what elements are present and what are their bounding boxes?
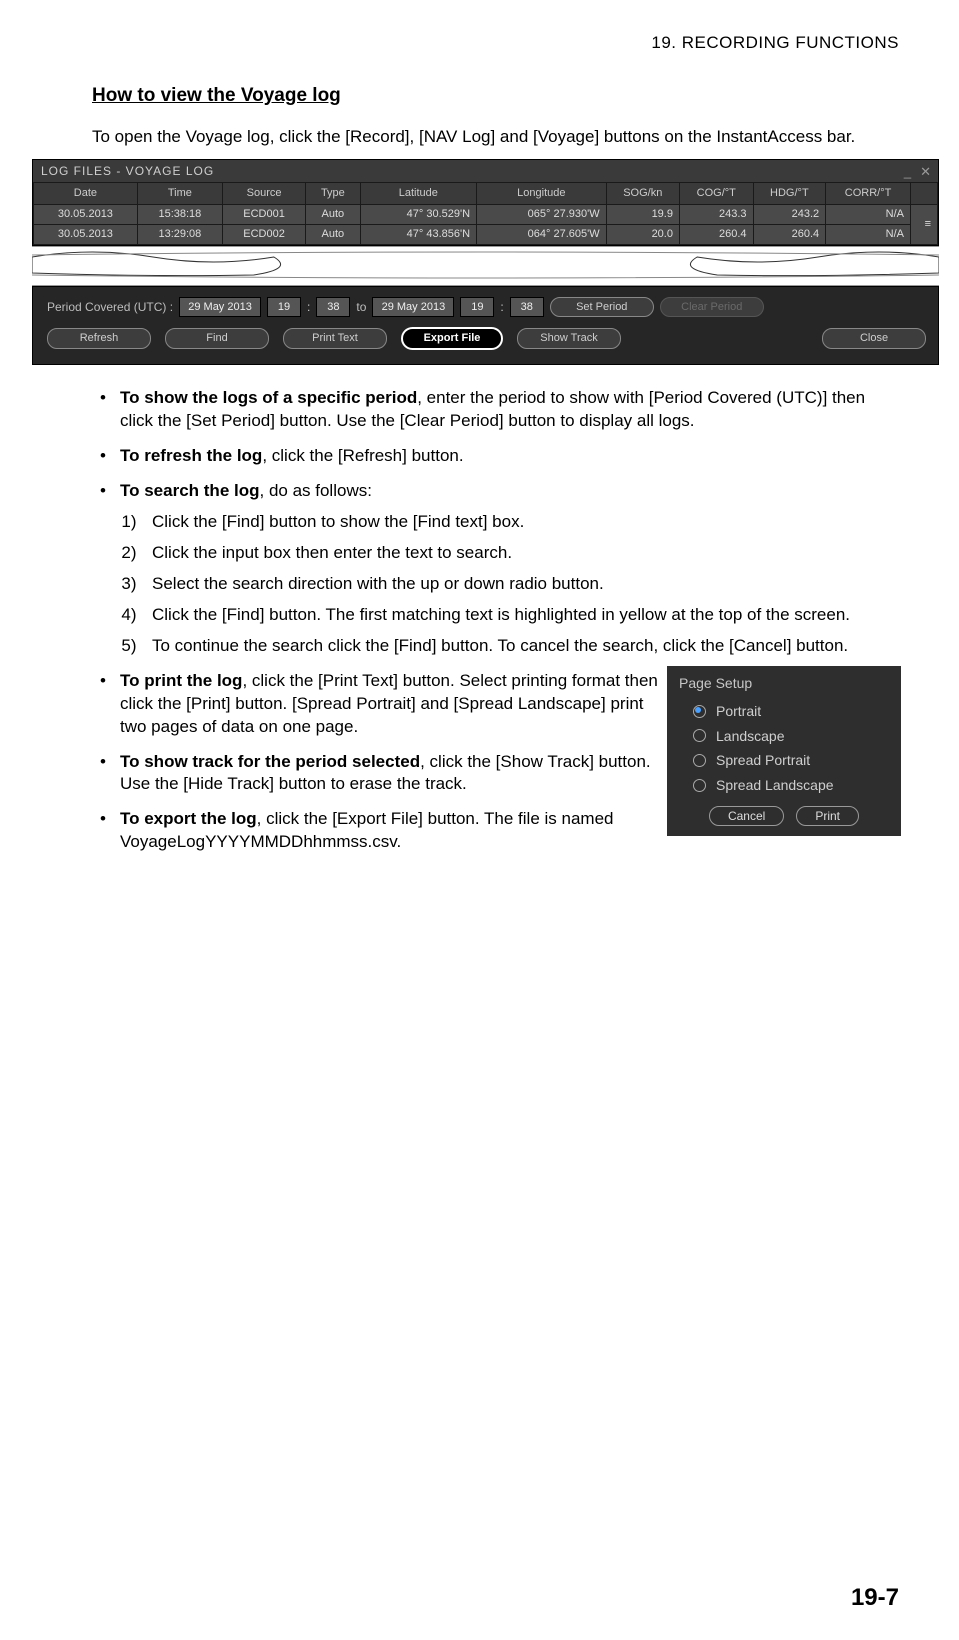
col-source[interactable]: Source	[222, 183, 305, 205]
voyage-titlebar: LOG FILES - VOYAGE LOG _ ✕	[33, 160, 938, 183]
cell-date: 30.05.2013	[34, 204, 138, 224]
col-cog[interactable]: COG/°T	[679, 183, 753, 205]
cell-cog: 243.3	[679, 204, 753, 224]
step-item: Click the [Find] button to show the [Fin…	[146, 511, 899, 534]
radio-option-portrait[interactable]: Portrait	[679, 699, 889, 724]
to-label: to	[356, 299, 366, 315]
list-item: To refresh the log, click the [Refresh] …	[120, 445, 899, 468]
scrollbar-track[interactable]: ≡	[911, 204, 938, 244]
period-covered-label: Period Covered (UTC) :	[47, 299, 173, 315]
col-hdg[interactable]: HDG/°T	[753, 183, 826, 205]
item-text: , do as follows:	[260, 481, 372, 500]
radio-label: Landscape	[716, 727, 785, 746]
bold-lead: To export the log	[120, 809, 257, 828]
section-title: How to view the Voyage log	[92, 83, 899, 109]
radio-label: Portrait	[716, 702, 761, 721]
list-item-with-inset: To print the log, click the [Print Text]…	[120, 670, 899, 739]
bold-lead: To search the log	[120, 481, 260, 500]
list-item: To export the log, click the [Export Fil…	[120, 808, 899, 854]
colon: :	[307, 299, 310, 315]
list-item: To show track for the period selected, c…	[120, 751, 899, 797]
cell-hdg: 243.2	[753, 204, 826, 224]
item-text: , click the [Refresh] button.	[262, 446, 463, 465]
bold-lead: To refresh the log	[120, 446, 262, 465]
cell-date: 30.05.2013	[34, 224, 138, 244]
cell-sog: 19.9	[606, 204, 679, 224]
voyage-log-window: LOG FILES - VOYAGE LOG _ ✕ Date Time Sou…	[32, 159, 939, 246]
bold-lead: To show the logs of a specific period	[120, 388, 417, 407]
cell-hdg: 260.4	[753, 224, 826, 244]
col-corr[interactable]: CORR/°T	[826, 183, 911, 205]
set-period-button[interactable]: Set Period	[550, 297, 654, 318]
cell-type: Auto	[306, 224, 360, 244]
col-longitude[interactable]: Longitude	[477, 183, 607, 205]
cell-cog: 260.4	[679, 224, 753, 244]
col-sog[interactable]: SOG/kn	[606, 183, 679, 205]
list-item: To show the logs of a specific period, e…	[120, 387, 899, 433]
minimize-icon[interactable]: _	[904, 163, 912, 181]
bold-lead: To print the log	[120, 671, 242, 690]
from-date-field[interactable]: 29 May 2013	[179, 297, 261, 318]
intro-text: To open the Voyage log, click the [Recor…	[92, 126, 899, 149]
cell-lon: 064° 27.605'W	[477, 224, 607, 244]
col-latitude[interactable]: Latitude	[360, 183, 477, 205]
to-hour-field[interactable]: 19	[460, 297, 494, 318]
step-item: Click the [Find] button. The first match…	[146, 604, 899, 627]
step-item: To continue the search click the [Find] …	[146, 635, 899, 658]
show-track-button[interactable]: Show Track	[517, 328, 621, 349]
cell-type: Auto	[306, 204, 360, 224]
cell-time: 15:38:18	[137, 204, 222, 224]
close-button[interactable]: Close	[822, 328, 926, 349]
list-item: To search the log, do as follows: Click …	[120, 480, 899, 658]
colon: :	[500, 299, 503, 315]
find-button[interactable]: Find	[165, 328, 269, 349]
step-item: Click the input box then enter the text …	[146, 542, 899, 565]
cell-sog: 20.0	[606, 224, 679, 244]
close-icon[interactable]: ✕	[920, 163, 932, 181]
cell-lat: 47° 43.856'N	[360, 224, 477, 244]
radio-option-landscape[interactable]: Landscape	[679, 724, 889, 749]
cell-lon: 065° 27.930'W	[477, 204, 607, 224]
step-item: Select the search direction with the up …	[146, 573, 899, 596]
table-row[interactable]: 30.05.2013 13:29:08 ECD002 Auto 47° 43.8…	[34, 224, 938, 244]
print-text-button[interactable]: Print Text	[283, 328, 387, 349]
to-min-field[interactable]: 38	[510, 297, 544, 318]
page-number: 19-7	[851, 1582, 899, 1614]
voyage-controls: Period Covered (UTC) : 29 May 2013 19 : …	[32, 286, 939, 366]
clear-period-button[interactable]: Clear Period	[660, 297, 764, 318]
running-head: 19. RECORDING FUNCTIONS	[92, 32, 899, 55]
radio-icon	[693, 705, 706, 718]
cell-source: ECD001	[222, 204, 305, 224]
col-type[interactable]: Type	[306, 183, 360, 205]
cell-corr: N/A	[826, 204, 911, 224]
truncation-indicator	[32, 246, 939, 286]
cell-lat: 47° 30.529'N	[360, 204, 477, 224]
from-min-field[interactable]: 38	[316, 297, 350, 318]
cell-corr: N/A	[826, 224, 911, 244]
to-date-field[interactable]: 29 May 2013	[372, 297, 454, 318]
export-file-button[interactable]: Export File	[401, 327, 503, 350]
steps-list: Click the [Find] button to show the [Fin…	[120, 511, 899, 658]
cell-time: 13:29:08	[137, 224, 222, 244]
instruction-list: To show the logs of a specific period, e…	[92, 387, 899, 854]
col-time[interactable]: Time	[137, 183, 222, 205]
col-date[interactable]: Date	[34, 183, 138, 205]
scrollbar[interactable]	[911, 183, 938, 205]
cell-source: ECD002	[222, 224, 305, 244]
table-row[interactable]: 30.05.2013 15:38:18 ECD001 Auto 47° 30.5…	[34, 204, 938, 224]
bold-lead: To show track for the period selected	[120, 752, 420, 771]
voyage-title: LOG FILES - VOYAGE LOG	[41, 163, 214, 179]
page-setup-title: Page Setup	[679, 674, 889, 693]
refresh-button[interactable]: Refresh	[47, 328, 151, 349]
radio-icon	[693, 729, 706, 742]
from-hour-field[interactable]: 19	[267, 297, 301, 318]
voyage-table: Date Time Source Type Latitude Longitude…	[33, 182, 938, 245]
